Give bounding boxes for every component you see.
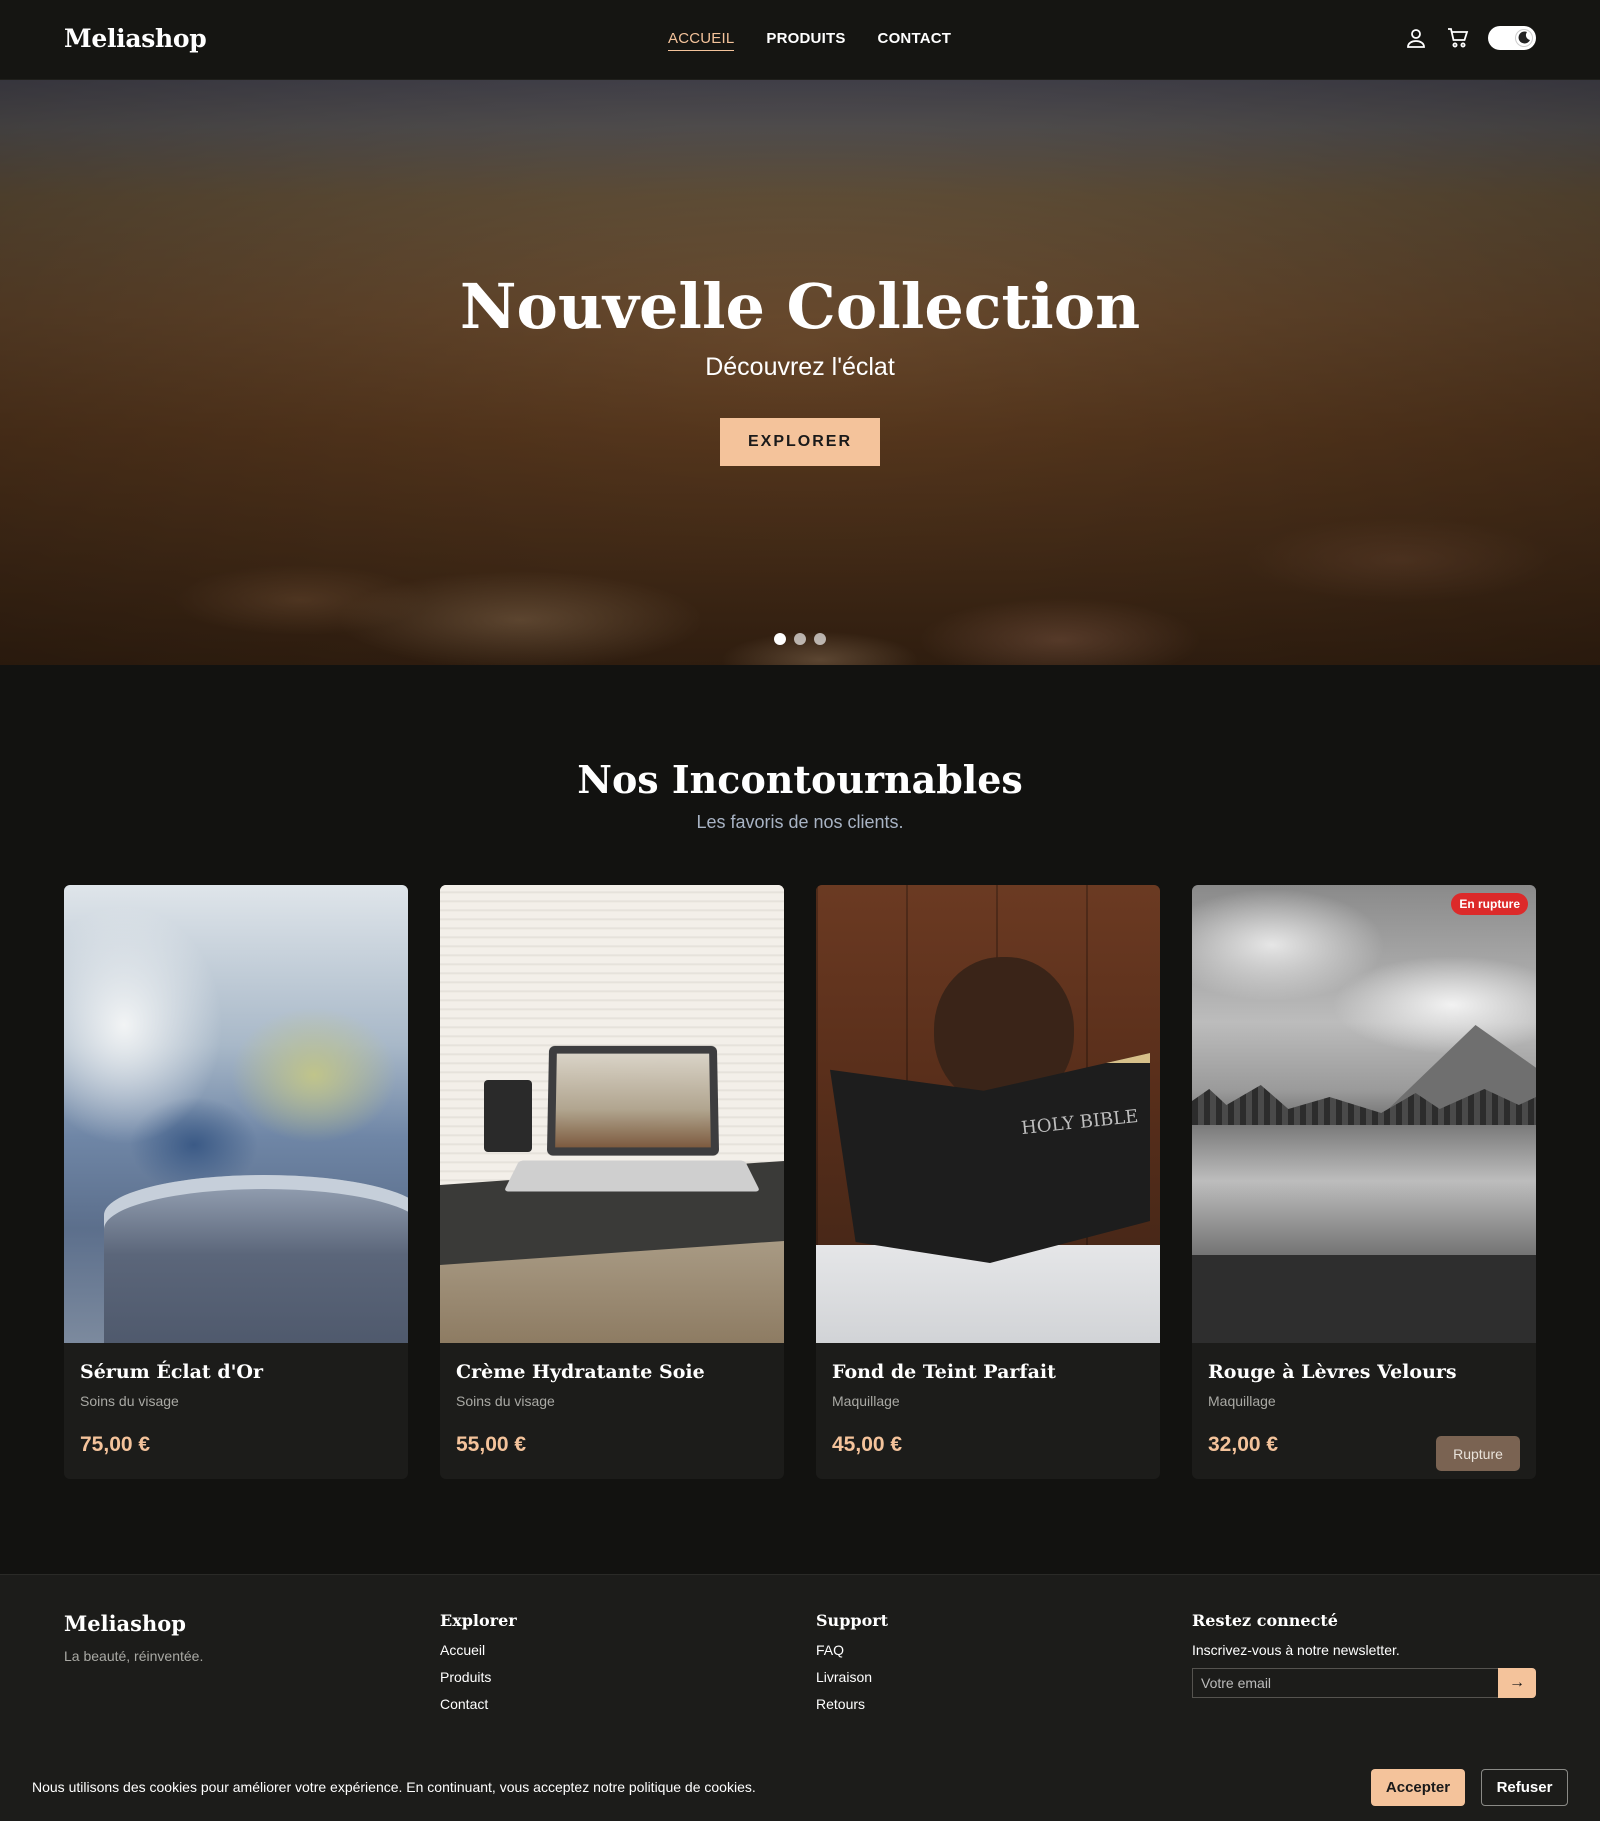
product-category: Maquillage: [832, 1393, 900, 1409]
rocks-shape: [1192, 1255, 1536, 1343]
rupture-button[interactable]: Rupture: [1436, 1436, 1520, 1471]
product-price: 75,00 €: [80, 1433, 151, 1456]
product-name[interactable]: Rouge à Lèvres Velours: [1208, 1361, 1520, 1383]
hero-title: Nouvelle Collection: [459, 270, 1141, 343]
footer-support-title: Support: [816, 1611, 889, 1630]
site-header: Meliashop ACCUEIL PRODUITS CONTACT: [0, 0, 1600, 80]
footer-brand-col: Meliashop La beauté, réinventée.: [64, 1611, 203, 1664]
product-price: 32,00 €: [1208, 1433, 1279, 1456]
product-name[interactable]: Crème Hydratante Soie: [456, 1361, 768, 1383]
laptop-base-shape: [503, 1160, 761, 1192]
footer-link-produits[interactable]: Produits: [440, 1669, 517, 1685]
cookie-text: Nous utilisons des cookies pour améliore…: [32, 1779, 756, 1795]
treeline-shape: [1192, 1085, 1536, 1125]
theme-toggle[interactable]: [1488, 26, 1536, 50]
product-price: 45,00 €: [832, 1433, 903, 1456]
hero-banner: Nouvelle Collection Découvrez l'éclat EX…: [0, 80, 1600, 665]
product-image[interactable]: HOLY BIBLE: [816, 885, 1160, 1343]
footer-link-retours[interactable]: Retours: [816, 1696, 888, 1712]
footer-explore-col: Explorer Accueil Produits Contact: [440, 1611, 517, 1723]
product-card[interactable]: HOLY BIBLE Fond de Teint Parfait Maquill…: [816, 885, 1160, 1479]
newsletter-text: Inscrivez-vous à notre newsletter.: [1192, 1642, 1400, 1658]
hero-subtitle: Découvrez l'éclat: [705, 353, 895, 381]
product-card[interactable]: Crème Hydratante Soie Soins du visage 55…: [440, 885, 784, 1479]
product-info: Crème Hydratante Soie Soins du visage 55…: [440, 1343, 784, 1479]
footer-link-accueil[interactable]: Accueil: [440, 1642, 517, 1658]
product-card[interactable]: Sérum Éclat d'Or Soins du visage 75,00 €: [64, 885, 408, 1479]
mug-shape: [104, 1175, 408, 1343]
toggle-knob: [1515, 29, 1533, 47]
product-category: Soins du visage: [80, 1393, 179, 1409]
lake-shape: [1192, 1125, 1536, 1265]
product-name[interactable]: Sérum Éclat d'Or: [80, 1361, 392, 1383]
newsletter-email-input[interactable]: [1192, 1668, 1498, 1698]
main-nav: ACCUEIL PRODUITS CONTACT: [668, 30, 951, 51]
nav-produits[interactable]: PRODUITS: [766, 30, 845, 51]
product-image[interactable]: En rupture: [1192, 885, 1536, 1343]
product-price: 55,00 €: [456, 1433, 527, 1456]
footer-tagline: La beauté, réinventée.: [64, 1648, 204, 1664]
product-info: Sérum Éclat d'Or Soins du visage 75,00 €: [64, 1343, 408, 1479]
header-actions: [1404, 26, 1536, 50]
product-image[interactable]: [64, 885, 408, 1343]
product-grid: Sérum Éclat d'Or Soins du visage 75,00 €…: [64, 885, 1536, 1479]
cookie-accept-button[interactable]: Accepter: [1371, 1769, 1465, 1806]
site-logo[interactable]: Meliashop: [64, 24, 207, 53]
nav-accueil[interactable]: ACCUEIL: [668, 30, 735, 51]
carousel-dot-2[interactable]: [794, 633, 806, 645]
cart-icon[interactable]: [1446, 26, 1470, 50]
pen-cup-shape: [484, 1080, 532, 1152]
newsletter-title: Restez connecté: [1192, 1611, 1338, 1630]
product-category: Soins du visage: [456, 1393, 555, 1409]
carousel-dots: [774, 633, 826, 645]
product-info: Fond de Teint Parfait Maquillage 45,00 €: [816, 1343, 1160, 1479]
cookie-refuse-button[interactable]: Refuser: [1481, 1769, 1568, 1806]
footer-newsletter-col: Restez connecté Inscrivez-vous à notre n…: [1192, 1611, 1536, 1698]
newsletter-submit-button[interactable]: →: [1498, 1668, 1536, 1698]
moon-icon: [1518, 31, 1530, 44]
product-info: Rouge à Lèvres Velours Maquillage 32,00 …: [1192, 1343, 1536, 1479]
carousel-dot-3[interactable]: [814, 633, 826, 645]
hero-content: Nouvelle Collection Découvrez l'éclat EX…: [0, 80, 1600, 665]
product-image[interactable]: [440, 885, 784, 1343]
footer-explore-title: Explorer: [440, 1611, 517, 1630]
footer-link-contact[interactable]: Contact: [440, 1696, 517, 1712]
product-name[interactable]: Fond de Teint Parfait: [832, 1361, 1144, 1383]
section-title: Nos Incontournables: [577, 757, 1023, 802]
section-subtitle: Les favoris de nos clients.: [696, 812, 904, 832]
carousel-dot-1[interactable]: [774, 633, 786, 645]
out-of-stock-badge: En rupture: [1451, 893, 1528, 915]
product-category: Maquillage: [1208, 1393, 1276, 1409]
nav-contact[interactable]: CONTACT: [878, 30, 952, 51]
footer-link-livraison[interactable]: Livraison: [816, 1669, 888, 1685]
product-card[interactable]: En rupture Rouge à Lèvres Velours Maquil…: [1192, 885, 1536, 1479]
cookie-banner: Nous utilisons des cookies pour améliore…: [0, 1755, 1600, 1821]
newsletter-form: →: [1192, 1668, 1536, 1698]
footer-logo[interactable]: Meliashop: [64, 1611, 203, 1636]
footer-link-faq[interactable]: FAQ: [816, 1642, 888, 1658]
user-icon[interactable]: [1404, 26, 1428, 50]
footer-support-col: Support FAQ Livraison Retours: [816, 1611, 888, 1723]
laptop-shape: [546, 1045, 720, 1156]
explore-button[interactable]: EXPLORER: [720, 418, 880, 466]
